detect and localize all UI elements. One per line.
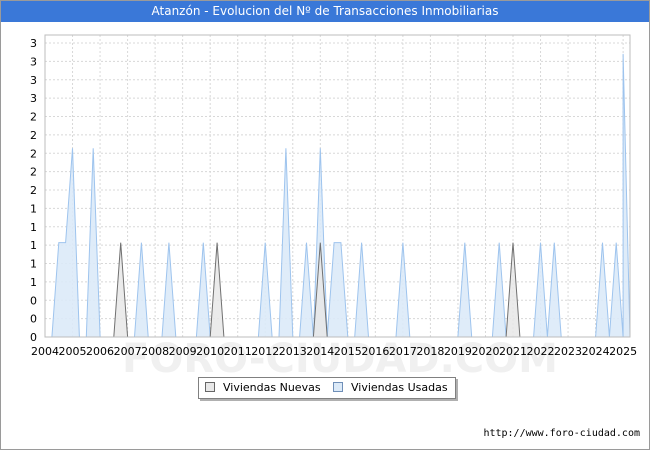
y-tick-label: 1 [30,258,37,271]
x-tick-label: 2022 [527,345,555,358]
x-tick-label: 2024 [582,345,610,358]
x-tick-label: 2023 [554,345,582,358]
y-tick-label: 1 [30,276,37,289]
x-tick-label: 2012 [251,345,279,358]
legend: Viviendas Nuevas Viviendas Usadas [198,377,456,399]
y-tick-label: 2 [30,129,37,142]
y-tick-label: 2 [30,166,37,179]
x-tick-label: 2018 [416,345,444,358]
x-tick-label: 2005 [59,345,87,358]
y-tick-label: 3 [30,55,37,68]
x-tick-label: 2019 [444,345,472,358]
y-tick-label: 1 [30,202,37,215]
y-tick-label: 3 [30,92,37,105]
legend-swatch-usadas [333,382,343,392]
x-tick-label: 2004 [31,345,59,358]
legend-item-nuevas: Viviendas Nuevas [205,381,321,395]
legend-label-nuevas: Viviendas Nuevas [223,381,321,394]
y-tick-label: 0 [30,331,37,344]
y-tick-label: 0 [30,313,37,326]
y-tick-label: 2 [30,111,37,124]
y-tick-label: 3 [30,74,37,87]
x-tick-label: 2025 [609,345,637,358]
x-tick-label: 2009 [169,345,197,358]
y-tick-label: 1 [30,221,37,234]
y-tick-label: 3 [30,37,37,50]
x-tick-label: 2006 [86,345,114,358]
x-tick-label: 2021 [499,345,527,358]
x-tick-label: 2007 [114,345,142,358]
x-tick-label: 2013 [279,345,307,358]
footer-url: http://www.foro-ciudad.com [483,428,640,439]
y-tick-label: 2 [30,184,37,197]
watermark: FORO-CIUDAD.COM [122,336,558,382]
y-tick-label: 2 [30,147,37,160]
legend-item-usadas: Viviendas Usadas [333,381,448,395]
y-tick-label: 0 [30,294,37,307]
x-tick-label: 2016 [361,345,389,358]
y-tick-label: 1 [30,239,37,252]
x-tick-label: 2015 [334,345,362,358]
x-tick-label: 2017 [389,345,417,358]
x-tick-label: 2020 [471,345,499,358]
x-tick-label: 2011 [224,345,252,358]
legend-label-usadas: Viviendas Usadas [351,381,448,394]
x-tick-label: 2008 [141,345,169,358]
x-tick-label: 2010 [196,345,224,358]
x-tick-label: 2014 [306,345,334,358]
legend-swatch-nuevas [205,382,215,392]
